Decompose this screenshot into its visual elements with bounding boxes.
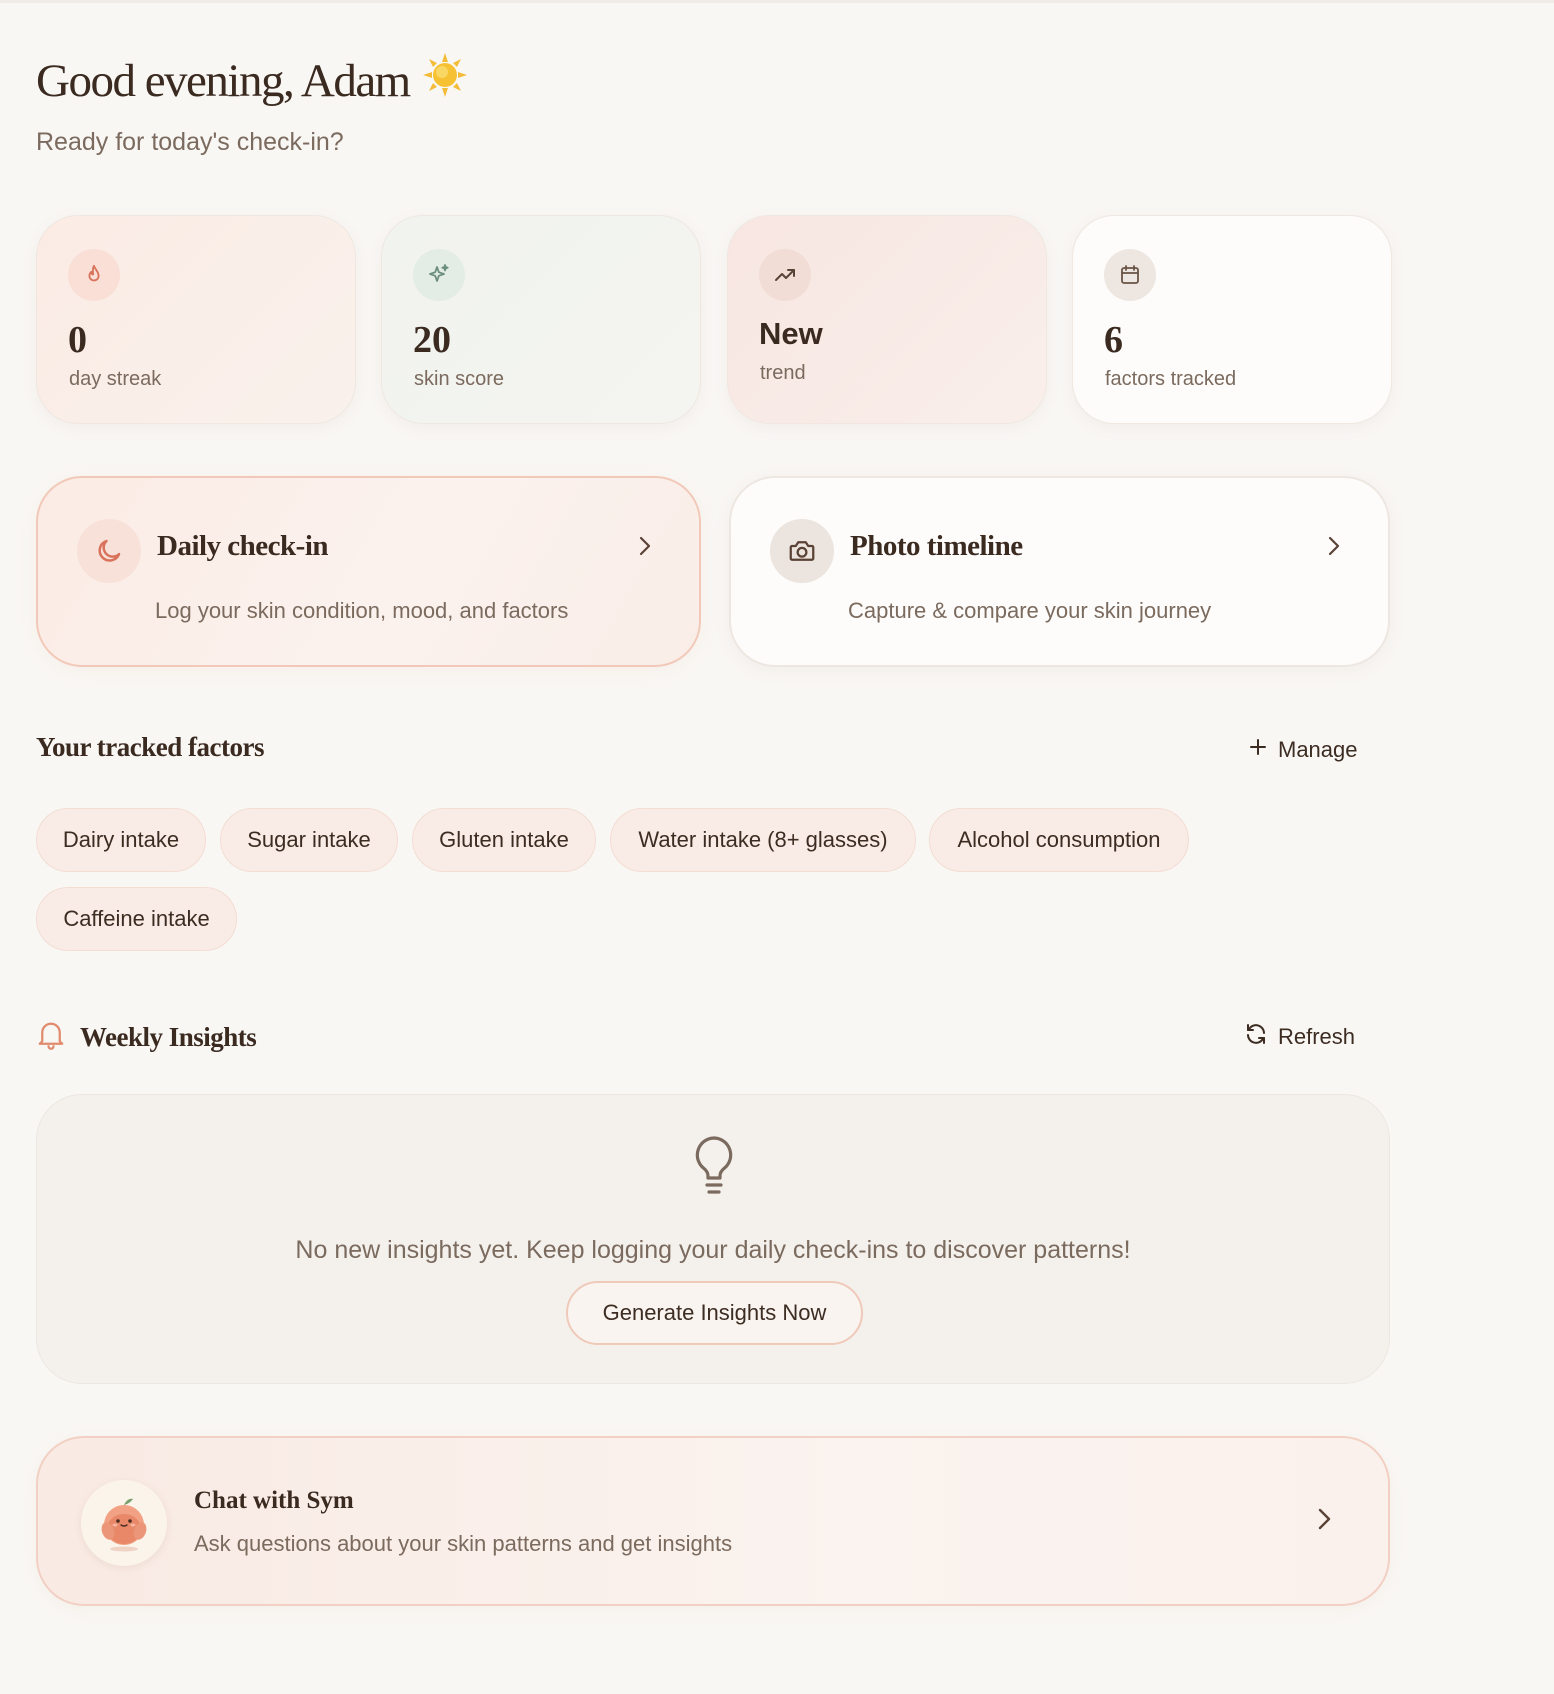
daily-checkin-card[interactable]: Daily check-in Log your skin condition, … xyxy=(36,476,701,667)
chevron-right-icon xyxy=(1324,534,1344,563)
factor-chip[interactable]: Water intake (8+ glasses) xyxy=(610,808,916,872)
stat-card-factors: 6 factors tracked xyxy=(1072,215,1392,424)
trending-up-icon xyxy=(759,249,811,301)
photo-timeline-card[interactable]: Photo timeline Capture & compare your sk… xyxy=(729,476,1390,667)
camera-icon xyxy=(770,519,834,583)
chat-title: Chat with Sym xyxy=(194,1487,354,1514)
factor-chip[interactable]: Sugar intake xyxy=(220,808,398,872)
skin-score-label: skin score xyxy=(414,368,505,390)
tracked-factors-title: Your tracked factors xyxy=(36,732,264,762)
factor-chip[interactable]: Dairy intake xyxy=(36,808,206,872)
sun-icon xyxy=(422,52,468,110)
daily-checkin-title: Daily check-in xyxy=(157,530,329,562)
weekly-insights-header: Weekly Insights xyxy=(36,1018,257,1057)
trend-value: New xyxy=(759,316,823,351)
greeting-heading: Good evening, Adam xyxy=(36,52,468,110)
sparkles-icon xyxy=(413,249,465,301)
refresh-label: Refresh xyxy=(1278,1024,1356,1049)
chevron-right-icon xyxy=(635,534,655,563)
refresh-icon xyxy=(1244,1022,1268,1052)
factors-count-label: factors tracked xyxy=(1105,368,1237,390)
factor-chip[interactable]: Gluten intake xyxy=(412,808,596,872)
calendar-icon xyxy=(1104,249,1156,301)
stat-card-trend: New trend xyxy=(727,215,1047,424)
moon-icon xyxy=(77,519,141,583)
manage-factors-button[interactable]: Manage xyxy=(1248,737,1358,763)
skin-score-value: 20 xyxy=(413,319,451,361)
factors-count-value: 6 xyxy=(1104,319,1123,361)
flame-icon xyxy=(68,249,120,301)
bell-icon xyxy=(36,1018,66,1057)
factor-chip[interactable]: Caffeine intake xyxy=(36,887,237,951)
streak-label: day streak xyxy=(69,368,162,390)
greeting-subtitle: Ready for today's check-in? xyxy=(36,128,344,156)
weekly-insights-title: Weekly Insights xyxy=(80,1022,257,1052)
stat-card-streak: 0 day streak xyxy=(36,215,356,424)
daily-checkin-description: Log your skin condition, mood, and facto… xyxy=(155,598,569,623)
manage-label: Manage xyxy=(1278,737,1358,762)
sym-avatar xyxy=(81,1480,167,1566)
generate-insights-button[interactable]: Generate Insights Now xyxy=(566,1281,863,1345)
lightbulb-icon xyxy=(692,1134,736,1201)
greeting-text: Good evening, Adam xyxy=(36,55,411,107)
trend-label: trend xyxy=(760,362,806,384)
photo-timeline-description: Capture & compare your skin journey xyxy=(848,598,1212,623)
insights-panel: No new insights yet. Keep logging your d… xyxy=(36,1094,1390,1384)
insights-empty-message: No new insights yet. Keep logging your d… xyxy=(295,1236,1131,1264)
refresh-insights-button[interactable]: Refresh xyxy=(1244,1022,1355,1052)
factor-chip[interactable]: Alcohol consumption xyxy=(929,808,1189,872)
streak-value: 0 xyxy=(68,319,87,361)
chat-description: Ask questions about your skin patterns a… xyxy=(194,1531,733,1556)
photo-timeline-title: Photo timeline xyxy=(850,530,1023,562)
top-divider xyxy=(0,0,1554,3)
plus-icon xyxy=(1248,737,1268,763)
chat-with-sym-card[interactable]: Chat with Sym Ask questions about your s… xyxy=(36,1436,1390,1606)
chevron-right-icon xyxy=(1314,1505,1334,1538)
stat-card-skin-score: 20 skin score xyxy=(381,215,701,424)
